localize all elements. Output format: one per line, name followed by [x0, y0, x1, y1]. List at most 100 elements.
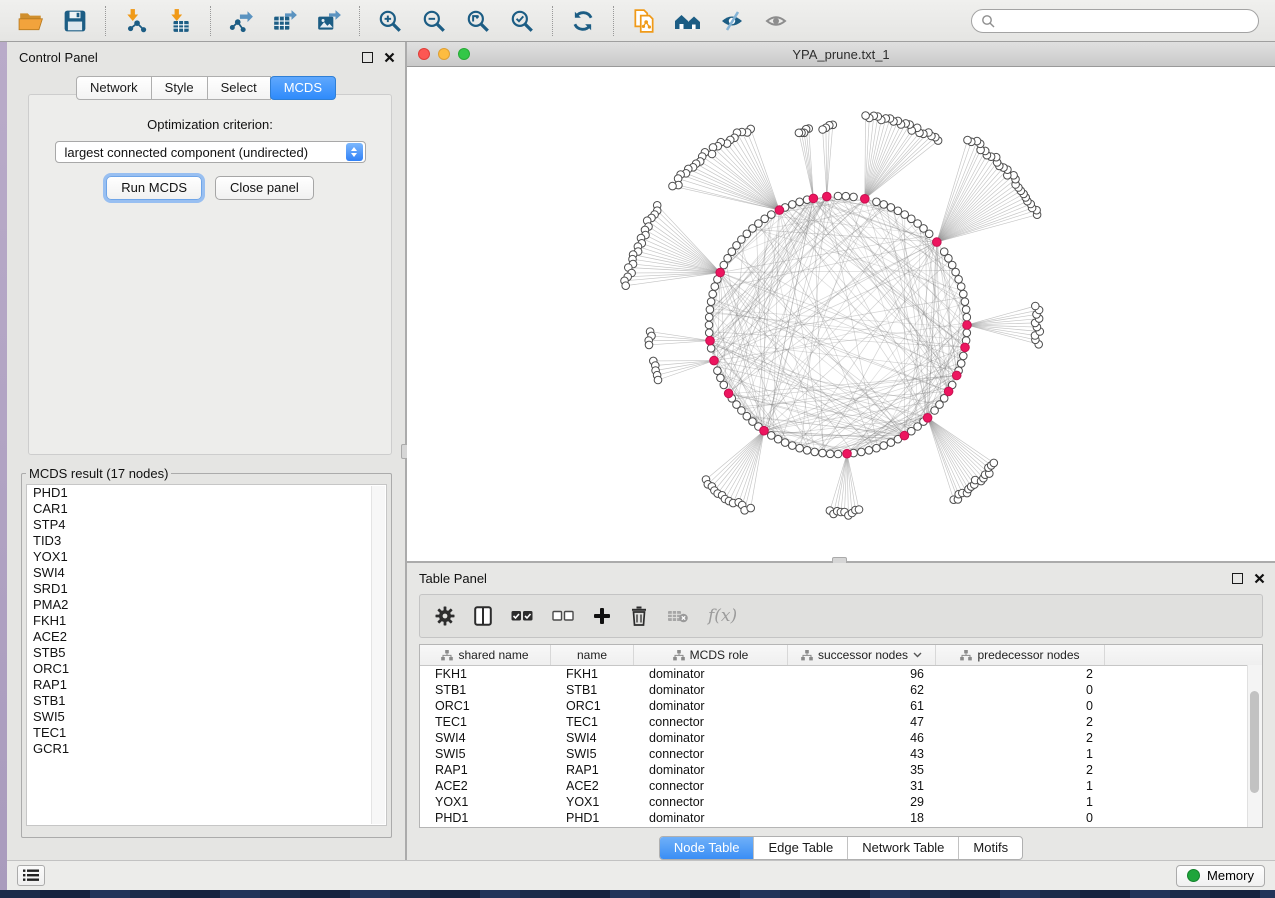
delete-table-button[interactable] [667, 608, 689, 624]
tab-network[interactable]: Network [76, 76, 152, 100]
graph-dominator-node[interactable] [933, 238, 942, 247]
result-node-item[interactable]: STP4 [27, 517, 386, 533]
column-header-successor-nodes[interactable]: successor nodes [788, 645, 936, 665]
network-graph-canvas[interactable] [407, 67, 1275, 562]
graph-node[interactable] [873, 198, 881, 206]
export-table-button[interactable] [264, 4, 306, 38]
graph-dominator-node[interactable] [961, 343, 970, 352]
table-row[interactable]: YOX1YOX1connector291 [420, 794, 1262, 810]
tab-edge-table[interactable]: Edge Table [753, 837, 847, 859]
graph-node[interactable] [795, 129, 803, 137]
graph-node[interactable] [955, 276, 963, 284]
table-row[interactable]: TEC1TEC1connector472 [420, 714, 1262, 730]
graph-node[interactable] [714, 367, 722, 375]
float-panel-icon[interactable] [1232, 573, 1243, 584]
memory-button[interactable]: Memory [1176, 865, 1265, 887]
graph-node[interactable] [709, 290, 717, 298]
graph-node[interactable] [705, 321, 713, 329]
graph-node[interactable] [887, 439, 895, 447]
graph-node[interactable] [781, 439, 789, 447]
graph-node[interactable] [894, 207, 902, 215]
export-network-button[interactable] [220, 4, 262, 38]
graph-node[interactable] [834, 192, 842, 200]
result-node-item[interactable]: GCR1 [27, 741, 386, 757]
column-header-shared-name[interactable]: shared name [420, 645, 551, 665]
zoom-selected-button[interactable] [501, 4, 543, 38]
graph-dominator-node[interactable] [710, 356, 719, 365]
graph-dominator-node[interactable] [843, 449, 852, 458]
column-visibility-button[interactable] [474, 606, 492, 626]
table-row[interactable]: PHD1PHD1dominator180 [420, 810, 1262, 826]
graph-node[interactable] [952, 268, 960, 276]
graph-node[interactable] [789, 442, 797, 450]
graph-node[interactable] [862, 112, 870, 120]
graph-node[interactable] [717, 374, 725, 382]
result-node-item[interactable]: CAR1 [27, 501, 386, 517]
table-row[interactable]: SWI4SWI4dominator462 [420, 730, 1262, 746]
close-panel-icon[interactable] [384, 52, 395, 63]
graph-node[interactable] [669, 182, 677, 190]
maximize-window-icon[interactable] [458, 48, 470, 60]
graph-node[interactable] [963, 313, 971, 321]
graph-node[interactable] [654, 376, 662, 384]
mcds-result-list[interactable]: PHD1CAR1STP4TID3YOX1SWI4SRD1PMA2FKH1ACE2… [26, 484, 387, 826]
graph-node[interactable] [940, 248, 948, 256]
graph-node[interactable] [819, 449, 827, 457]
graph-node[interactable] [858, 448, 866, 456]
tab-network-table[interactable]: Network Table [847, 837, 958, 859]
graph-dominator-node[interactable] [861, 195, 870, 204]
graph-dominator-node[interactable] [809, 194, 818, 203]
tab-select[interactable]: Select [207, 76, 271, 100]
graph-node[interactable] [834, 450, 842, 458]
graph-node[interactable] [961, 298, 969, 306]
result-node-item[interactable]: ACE2 [27, 629, 386, 645]
graph-node[interactable] [707, 345, 715, 353]
graph-node[interactable] [747, 504, 755, 512]
column-header-predecessor-nodes[interactable]: predecessor nodes [936, 645, 1105, 665]
table-scrollbar[interactable] [1247, 665, 1262, 827]
graph-node[interactable] [705, 329, 713, 337]
tab-mcds[interactable]: MCDS [270, 76, 336, 100]
graph-node[interactable] [964, 136, 972, 144]
table-scrollbar-thumb[interactable] [1250, 691, 1259, 793]
graph-node[interactable] [819, 126, 827, 134]
table-row[interactable]: ACE2ACE2connector311 [420, 778, 1262, 794]
zoom-in-button[interactable] [369, 4, 411, 38]
search-box[interactable] [971, 9, 1259, 33]
table-row[interactable]: FKH1FKH1dominator962 [420, 666, 1262, 682]
result-list-scrollbar[interactable] [371, 486, 385, 824]
table-row[interactable]: ORC1ORC1dominator610 [420, 698, 1262, 714]
criterion-select[interactable]: largest connected component (undirected) [55, 141, 366, 163]
graph-node[interactable] [962, 306, 970, 314]
graph-dominator-node[interactable] [963, 321, 972, 330]
import-network-button[interactable] [115, 4, 157, 38]
graph-dominator-node[interactable] [952, 371, 961, 380]
result-node-item[interactable]: RAP1 [27, 677, 386, 693]
result-node-item[interactable]: PMA2 [27, 597, 386, 613]
apply-layout-button[interactable] [562, 4, 604, 38]
tab-node-table[interactable]: Node Table [660, 837, 754, 859]
result-node-item[interactable]: TEC1 [27, 725, 386, 741]
graph-node[interactable] [963, 329, 971, 337]
first-neighbors-button[interactable] [667, 4, 709, 38]
column-header-mcds-role[interactable]: MCDS role [634, 645, 788, 665]
close-panel-button[interactable]: Close panel [215, 176, 314, 200]
zoom-out-button[interactable] [413, 4, 455, 38]
tab-style[interactable]: Style [151, 76, 208, 100]
float-panel-icon[interactable] [362, 52, 373, 63]
result-node-item[interactable]: TID3 [27, 533, 386, 549]
result-node-item[interactable]: YOX1 [27, 549, 386, 565]
select-all-rows-button[interactable] [511, 610, 533, 622]
graph-dominator-node[interactable] [724, 389, 733, 398]
graph-node[interactable] [711, 283, 719, 291]
show-all-button[interactable] [755, 4, 797, 38]
column-header-name[interactable]: name [551, 645, 634, 665]
graph-node[interactable] [887, 204, 895, 212]
graph-node[interactable] [880, 201, 888, 209]
graph-dominator-node[interactable] [716, 268, 725, 277]
graph-node[interactable] [960, 352, 968, 360]
graph-node[interactable] [855, 506, 863, 514]
save-session-button[interactable] [54, 4, 96, 38]
graph-node[interactable] [720, 261, 728, 269]
graph-dominator-node[interactable] [760, 426, 769, 435]
